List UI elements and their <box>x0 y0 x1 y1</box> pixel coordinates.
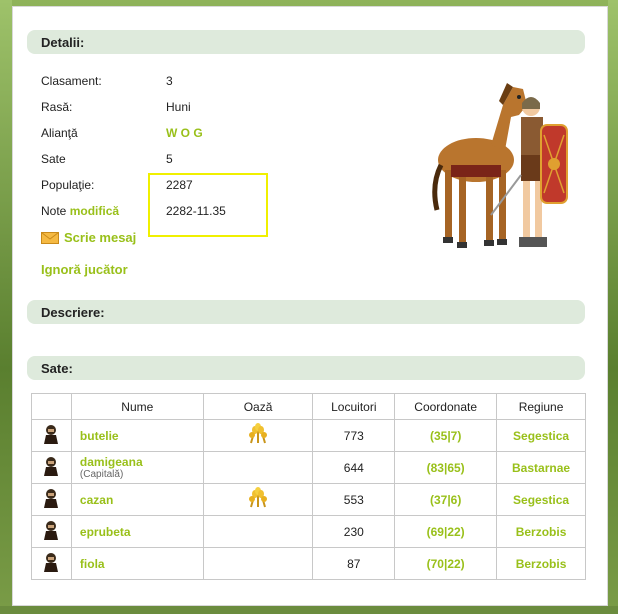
region-link[interactable]: Bastarnae <box>512 461 570 475</box>
inhabitants-cell: 230 <box>312 515 396 548</box>
name-column-header: Nume <box>70 393 204 420</box>
ignore-player-link[interactable]: Ignoră jucător <box>41 262 128 278</box>
village-name-link[interactable]: damigeana <box>80 455 143 469</box>
table-row: damigeana (Capitală) 644 (83|65) Bastarnae <box>31 451 586 484</box>
oasis-cell <box>202 515 314 548</box>
region-cell: Segestica <box>496 419 586 452</box>
coords-cell: (70|22) <box>394 547 498 580</box>
capital-note: (Capitală) <box>79 469 124 480</box>
oasis-cell <box>202 483 314 516</box>
note-label: Note <box>41 204 67 218</box>
description-section-header: Descriere: <box>27 300 585 324</box>
table-row: butelie 773 (35|7) Segestica <box>31 419 586 452</box>
coords-link[interactable]: (35|7) <box>430 429 461 443</box>
table-header-row: Nume Oază Locuitori Coordonate Regiune <box>31 393 586 420</box>
inhabitants-cell: 87 <box>312 547 396 580</box>
background-left-edge <box>0 0 12 614</box>
tribe-cell <box>31 483 72 516</box>
tribe-cell <box>31 515 72 548</box>
tribe-cell <box>31 451 72 484</box>
envelope-icon[interactable] <box>41 232 59 244</box>
region-cell: Bastarnae <box>496 451 586 484</box>
inhabitants-cell: 644 <box>312 451 396 484</box>
village-name-cell: damigeana (Capitală) <box>70 451 204 484</box>
rank-value: 3 <box>166 74 173 88</box>
alliance-link[interactable]: W O G <box>166 126 203 140</box>
race-value: Huni <box>166 100 191 114</box>
hun-warrior-icon <box>40 457 62 480</box>
hun-warrior-icon <box>40 521 62 544</box>
region-link[interactable]: Segestica <box>513 493 569 507</box>
tribe-column-header <box>31 393 72 420</box>
inhabitants-column-header: Locuitori <box>312 393 396 420</box>
alliance-label: Alianţă <box>41 126 78 140</box>
region-cell: Berzobis <box>496 515 586 548</box>
village-name-cell: cazan <box>70 483 204 516</box>
oasis-column-header: Oază <box>202 393 314 420</box>
player-profile-panel: Detalii: Clasament: 3 Rasă: Huni Alianţă… <box>12 6 608 606</box>
tribe-cell <box>31 547 72 580</box>
region-column-header: Regiune <box>496 393 586 420</box>
rank-label: Clasament: <box>41 74 102 88</box>
details-section-header: Detalii: <box>27 30 585 54</box>
hun-warrior-icon <box>40 489 62 512</box>
village-name-link[interactable]: butelie <box>80 429 119 443</box>
coords-link[interactable]: (70|22) <box>427 557 465 571</box>
background-bottom-edge <box>0 606 618 614</box>
region-cell: Berzobis <box>496 547 586 580</box>
village-name-cell: eprubeta <box>70 515 204 548</box>
oasis-cell <box>202 451 314 484</box>
note-label-group: Note modifică <box>41 204 161 218</box>
population-label: Populaţie: <box>41 178 95 192</box>
hun-warrior-icon <box>40 425 62 448</box>
tribe-cell <box>31 419 72 452</box>
villages-count-value: 5 <box>166 152 173 166</box>
oasis-cell <box>202 547 314 580</box>
note-edit-link[interactable]: modifică <box>70 204 119 218</box>
highlight-box <box>148 173 268 237</box>
village-name-cell: fiola <box>70 547 204 580</box>
table-row: cazan 553 (37|6) Segestica <box>31 483 586 516</box>
hun-warrior-icon <box>40 553 62 576</box>
coords-link[interactable]: (83|65) <box>427 461 465 475</box>
region-link[interactable]: Berzobis <box>516 557 567 571</box>
table-row: eprubeta 230 (69|22) Berzobis <box>31 515 586 548</box>
coords-link[interactable]: (37|6) <box>430 493 461 507</box>
inhabitants-cell: 553 <box>312 483 396 516</box>
village-name-link[interactable]: cazan <box>80 493 113 507</box>
coords-cell: (69|22) <box>394 515 498 548</box>
inhabitants-cell: 773 <box>312 419 396 452</box>
village-name-link[interactable]: fiola <box>80 557 105 571</box>
race-label: Rasă: <box>41 100 73 114</box>
coords-cell: (35|7) <box>394 419 498 452</box>
villages-table: Nume Oază Locuitori Coordonate Regiune b… <box>31 393 586 580</box>
coords-link[interactable]: (69|22) <box>427 525 465 539</box>
villages-section-header: Sate: <box>27 356 585 380</box>
player-portrait-image <box>432 83 568 248</box>
coords-column-header: Coordonate <box>394 393 498 420</box>
coords-cell: (83|65) <box>394 451 498 484</box>
village-name-link[interactable]: eprubeta <box>80 525 131 539</box>
village-name-cell: butelie <box>70 419 204 452</box>
coords-cell: (37|6) <box>394 483 498 516</box>
wheat-oasis-icon <box>245 487 271 512</box>
region-link[interactable]: Berzobis <box>516 525 567 539</box>
table-row: fiola 87 (70|22) Berzobis <box>31 547 586 580</box>
background-right-edge <box>608 0 618 614</box>
oasis-cell <box>202 419 314 452</box>
region-cell: Segestica <box>496 483 586 516</box>
villages-count-label: Sate <box>41 152 66 166</box>
write-message-link[interactable]: Scrie mesaj <box>64 230 136 246</box>
region-link[interactable]: Segestica <box>513 429 569 443</box>
wheat-oasis-icon <box>245 423 271 448</box>
